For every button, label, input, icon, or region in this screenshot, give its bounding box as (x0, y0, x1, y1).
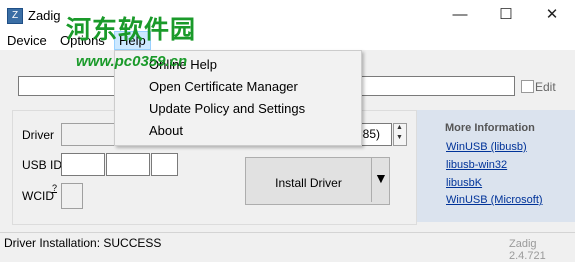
watermark-text: 河东软件园 (66, 16, 197, 44)
usb-vid-field[interactable] (61, 153, 105, 176)
menu-item-open-certificate-manager[interactable]: Open Certificate Manager (149, 79, 298, 94)
menu-item-update-policy[interactable]: Update Policy and Settings (149, 101, 305, 116)
wcid-label: WCID (22, 189, 54, 203)
wcid-status (61, 183, 83, 209)
usb-id-label: USB ID (22, 158, 63, 172)
window-title: Zadig (28, 8, 61, 23)
edit-checkbox[interactable] (521, 80, 534, 93)
close-icon[interactable]: ✕ (529, 0, 575, 30)
spin-up-icon[interactable]: ▲ (394, 124, 405, 134)
status-text: Driver Installation: SUCCESS (4, 236, 162, 250)
app-icon: Z (7, 8, 23, 24)
driver-label: Driver (22, 128, 54, 142)
install-split-divider (371, 158, 372, 202)
spin-down-icon[interactable]: ▼ (394, 134, 405, 144)
install-driver-label: Install Driver (275, 176, 342, 190)
edit-label: Edit (535, 80, 556, 94)
link-libusb-win32[interactable]: libusb-win32 (446, 159, 507, 171)
link-winusb-libusb[interactable]: WinUSB (libusb) (446, 141, 527, 153)
minimize-icon[interactable]: — (437, 0, 483, 30)
menu-item-about[interactable]: About (149, 123, 183, 138)
usb-pid-field[interactable] (106, 153, 150, 176)
dropdown-arrow-icon[interactable]: ▼ (374, 170, 388, 186)
link-libusbk[interactable]: libusbK (446, 177, 482, 189)
watermark-url: www.pc0359.cn (76, 53, 188, 70)
maximize-icon[interactable]: ☐ (483, 0, 529, 30)
menu-device[interactable]: Device (7, 33, 47, 48)
version-label: Zadig 2.4.721 (509, 238, 546, 262)
more-info-title: More Information (445, 122, 535, 134)
usb-mi-field[interactable] (151, 153, 178, 176)
wcid-help-link[interactable]: ? (52, 183, 57, 193)
link-winusb-microsoft[interactable]: WinUSB (Microsoft) (446, 194, 543, 206)
